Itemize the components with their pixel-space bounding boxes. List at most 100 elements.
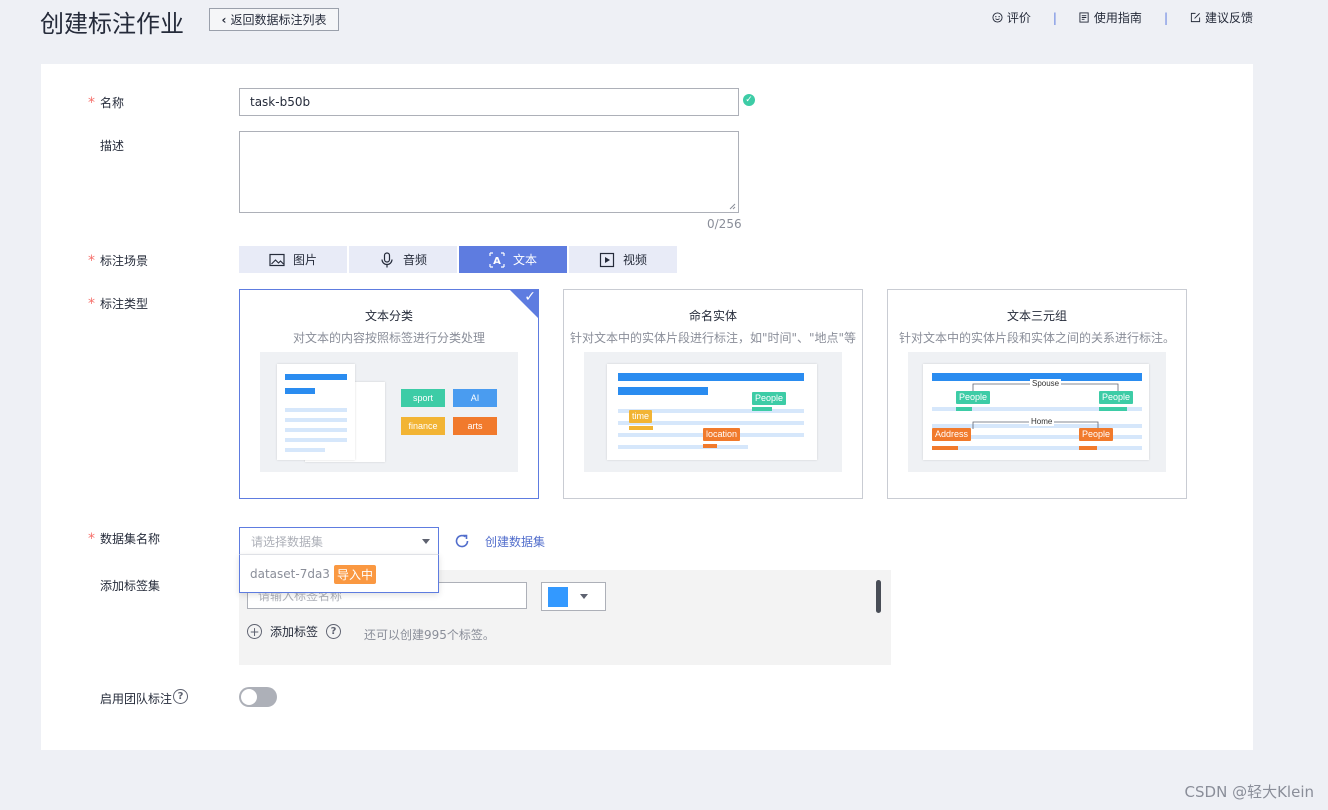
tag-time: time <box>629 410 653 423</box>
guide-link[interactable]: 使用指南 <box>1079 9 1142 26</box>
chip-sport: sport <box>401 389 445 407</box>
type-card-title: 文本三元组 <box>1006 309 1067 323</box>
dataset-option-name: dataset-7da3 <box>250 567 330 581</box>
named-entity-illustration: People time location <box>584 352 842 472</box>
name-label: * 名称 <box>88 94 124 111</box>
watermark: CSDN @轻大Klein <box>1184 783 1314 801</box>
text-icon: A <box>489 251 505 268</box>
feedback-icon <box>1190 12 1201 23</box>
refresh-icon[interactable] <box>454 533 470 549</box>
relation-spouse: Spouse <box>1030 379 1062 388</box>
scrollbar[interactable] <box>876 580 881 613</box>
name-input[interactable]: task-b50b <box>239 88 739 116</box>
labels-label: 添加标签集 <box>88 577 160 594</box>
status-badge: 导入中 <box>333 564 376 584</box>
required-mark: * <box>88 295 95 312</box>
create-dataset-link[interactable]: 创建数据集 <box>485 533 545 550</box>
rate-link-label: 评价 <box>1006 11 1031 25</box>
check-icon: ✓ <box>524 289 536 305</box>
team-label: 启用团队标注 <box>88 690 172 707</box>
scene-option-video[interactable]: 视频 <box>569 246 677 273</box>
relation-home: Home <box>1029 417 1055 426</box>
description-textarea[interactable] <box>239 131 739 213</box>
microphone-icon <box>381 251 393 267</box>
tag-people: People <box>1079 428 1114 441</box>
description-label: 描述 <box>88 137 124 154</box>
smile-icon <box>992 12 1003 23</box>
chip-finance: finance <box>401 417 445 435</box>
type-card-named-entity[interactable]: 命名实体 针对文本中的实体片段进行标注，如"时间"、"地点"等 People t… <box>563 289 863 499</box>
scene-option-text[interactable]: A 文本 <box>459 246 567 273</box>
tag-people: People <box>956 391 991 404</box>
guide-link-label: 使用指南 <box>1093 11 1142 25</box>
video-icon <box>599 252 615 267</box>
caret-down-icon <box>580 594 588 599</box>
required-mark: * <box>88 94 95 111</box>
type-card-text-triple[interactable]: 文本三元组 针对文本中的实体片段和实体之间的关系进行标注。 Spouse Hom… <box>887 289 1187 499</box>
plus-circle-icon: + <box>247 624 262 639</box>
team-annotation-toggle[interactable] <box>239 687 277 707</box>
separator: | <box>1163 10 1168 25</box>
resize-handle-icon[interactable] <box>729 203 736 210</box>
label-limit-hint: 还可以创建995个标签。 <box>364 628 495 642</box>
page-title: 创建标注作业 <box>40 10 184 38</box>
dataset-select[interactable]: 请选择数据集 <box>239 527 439 555</box>
name-input-value: task-b50b <box>250 95 311 109</box>
chevron-left-icon: ‹ <box>221 12 227 27</box>
image-icon <box>269 253 285 266</box>
scene-label: * 标注场景 <box>88 252 148 269</box>
type-label: * 标注类型 <box>88 295 148 312</box>
chip-ai: AI <box>453 389 497 407</box>
scene-selector: 图片 音频 A 文本 视频 <box>239 246 677 273</box>
type-card-title: 命名实体 <box>688 309 737 323</box>
color-picker[interactable] <box>541 582 606 611</box>
dataset-option[interactable]: dataset-7da3 导入中 <box>240 555 438 593</box>
separator: | <box>1052 10 1057 25</box>
back-to-list-button[interactable]: ‹ 返回数据标注列表 <box>209 8 339 31</box>
dataset-select-placeholder: 请选择数据集 <box>251 534 324 549</box>
description-label-text: 描述 <box>100 139 125 153</box>
dataset-dropdown-menu: dataset-7da3 导入中 <box>239 554 439 593</box>
back-button-label: 返回数据标注列表 <box>230 13 327 27</box>
scene-option-audio[interactable]: 音频 <box>349 246 457 273</box>
scene-option-image[interactable]: 图片 <box>239 246 347 273</box>
scene-option-label: 图片 <box>292 253 317 267</box>
type-card-text-classification[interactable]: ✓ 文本分类 对文本的内容按照标签进行分类处理 sport AI finance… <box>239 289 539 499</box>
dataset-label-text: 数据集名称 <box>100 532 161 546</box>
type-label-text: 标注类型 <box>100 297 149 311</box>
form-card: * 名称 task-b50b ✓ 描述 0/256 * 标注场景 图片 音频 A… <box>41 64 1253 750</box>
guide-icon <box>1079 12 1089 23</box>
required-mark: * <box>88 530 95 547</box>
chip-arts: arts <box>453 417 497 435</box>
text-classification-illustration: sport AI finance arts <box>260 352 518 472</box>
tag-address: Address <box>932 428 972 441</box>
tag-location: location <box>703 428 741 441</box>
type-card-title: 文本分类 <box>364 309 413 323</box>
required-mark: * <box>88 252 95 269</box>
type-card-desc: 针对文本中的实体片段进行标注，如"时间"、"地点"等 <box>569 331 857 345</box>
description-counter: 0/256 <box>707 217 742 231</box>
help-icon[interactable]: ? <box>173 689 188 704</box>
scene-option-label: 文本 <box>512 253 537 267</box>
feedback-link[interactable]: 建议反馈 <box>1190 9 1253 26</box>
type-card-desc: 对文本的内容按照标签进行分类处理 <box>292 331 485 345</box>
caret-down-icon <box>422 539 430 544</box>
add-label-text: 添加标签 <box>270 625 319 639</box>
toggle-knob <box>241 689 257 705</box>
help-icon[interactable]: ? <box>326 624 342 639</box>
type-card-desc: 针对文本中的实体片段和实体之间的关系进行标注。 <box>898 331 1175 345</box>
add-label-button[interactable]: + 添加标签 ? <box>247 623 342 640</box>
scene-option-label: 视频 <box>622 253 647 267</box>
svg-text:A: A <box>493 256 501 267</box>
name-label-text: 名称 <box>100 96 125 110</box>
scene-option-label: 音频 <box>402 253 427 267</box>
tag-people: People <box>752 392 787 405</box>
scene-label-text: 标注场景 <box>100 254 149 268</box>
labels-label-text: 添加标签集 <box>100 579 161 593</box>
feedback-link-label: 建议反馈 <box>1204 11 1253 25</box>
color-swatch <box>548 586 568 607</box>
tag-people: People <box>1099 391 1134 404</box>
rate-link[interactable]: 评价 <box>992 9 1031 26</box>
valid-check-icon: ✓ <box>743 94 755 106</box>
text-triple-illustration: Spouse Home People People Address People <box>908 352 1166 472</box>
